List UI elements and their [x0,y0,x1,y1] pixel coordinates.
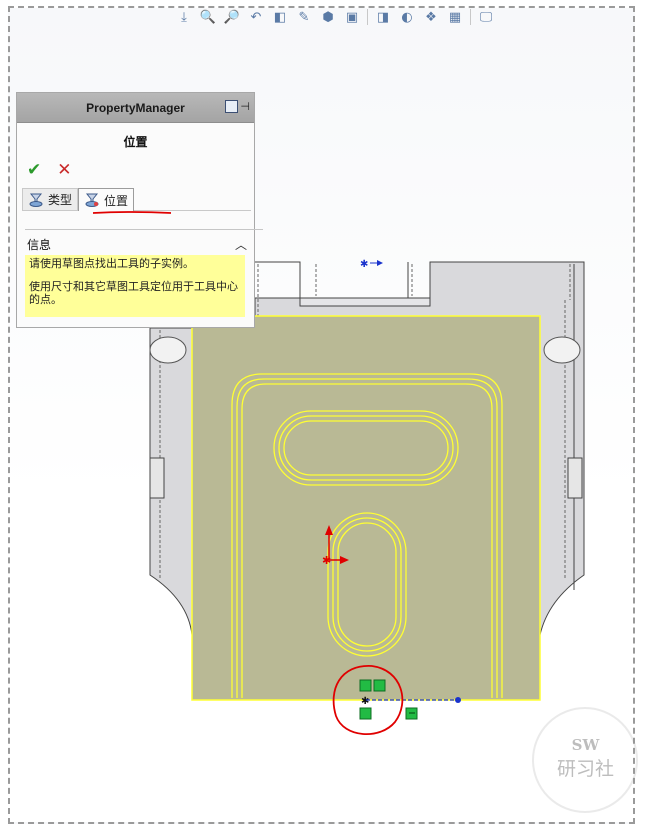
svg-text:✱: ✱ [361,696,369,707]
property-manager-panel: PropertyManager ⊣ 位置 ✔ ✕ 类型 位置 信息 ︿ 请使用草… [16,92,263,328]
hole-wizard-position-icon [85,193,99,207]
annotation-underline [92,211,172,214]
feature-title: 位置 [123,135,148,149]
tab-position[interactable]: 位置 [78,188,135,211]
watermark-text: SW 研习社 [556,736,614,780]
pin-icon[interactable]: ⊣ [240,100,250,113]
dock-icon[interactable] [225,100,239,113]
reference-point-top: ✱ [360,259,383,270]
action-buttons: ✔ ✕ [27,160,254,180]
divider [25,229,263,230]
louver-left [149,336,187,364]
ok-button[interactable]: ✔ [27,160,41,180]
hole-wizard-type-icon [29,193,43,207]
info-message-box: 请使用草图点找出工具的子实例。 使用尺寸和其它草图工具定位用于工具中心的点。 [25,255,245,317]
pin-controls[interactable]: ⊣ [225,100,250,113]
tab-type-label: 类型 [48,193,73,207]
tab-type[interactable]: 类型 [22,188,79,210]
cancel-button[interactable]: ✕ [57,160,71,180]
info-group-header[interactable]: 信息 ︿ [27,236,247,253]
svg-text:✱: ✱ [322,554,331,567]
info-line: 请使用草图点找出工具的子实例。 [29,257,194,270]
info-line: 使用尺寸和其它草图工具定位用于工具中心的点。 [29,280,238,306]
tab-strip: 类型 位置 [22,188,251,211]
property-manager-header: PropertyManager ⊣ [17,93,254,123]
tab-position-label: 位置 [104,193,129,208]
collapse-icon[interactable]: ︿ [235,236,247,253]
svg-text:✱: ✱ [360,259,368,270]
info-heading: 信息 [27,238,52,252]
louver-right [543,336,581,364]
property-manager-title: PropertyManager [86,100,185,115]
